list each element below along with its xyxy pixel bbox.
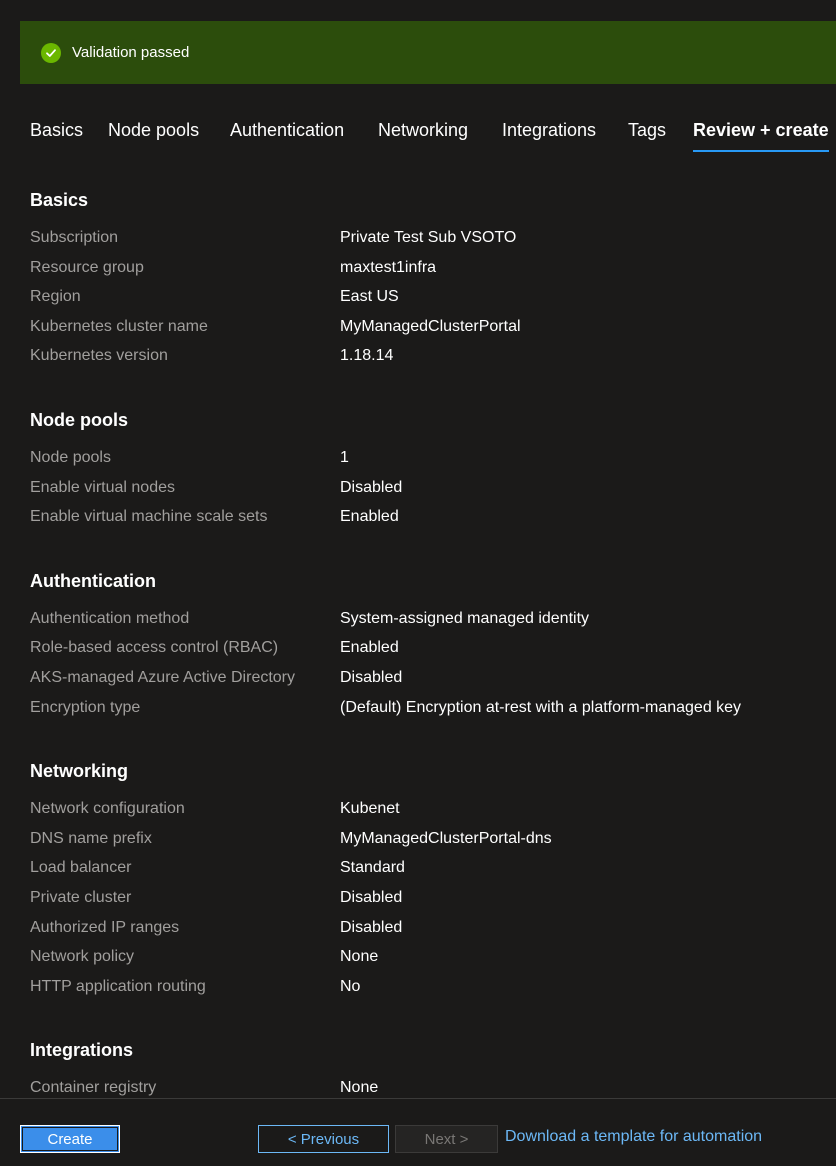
row-value: 1.18.14	[340, 347, 394, 365]
summary-row: Resource group maxtest1infra	[30, 253, 830, 283]
download-template-link[interactable]: Download a template for automation	[505, 1125, 762, 1149]
row-label: Encryption type	[30, 698, 141, 716]
section-networking: Networking Network configuration Kubenet…	[30, 756, 830, 1001]
row-value: System-assigned managed identity	[340, 609, 590, 627]
row-label: HTTP application routing	[30, 977, 206, 995]
create-button[interactable]: Create	[20, 1125, 120, 1153]
summary-row: Enable virtual nodes Disabled	[30, 473, 830, 503]
row-value: Disabled	[340, 668, 403, 686]
tab-networking[interactable]: Networking	[378, 110, 502, 150]
check-circle-icon	[41, 42, 61, 63]
summary-row: Kubernetes version 1.18.14	[30, 341, 830, 371]
row-value: MyManagedClusterPortal-dns	[340, 829, 552, 847]
row-value: Private Test Sub VSOTO	[340, 229, 517, 246]
row-label: Authorized IP ranges	[30, 918, 180, 936]
row-value: Disabled	[340, 478, 403, 496]
tab-tags[interactable]: Tags	[628, 110, 693, 150]
section-node-pools: Node pools Node pools 1 Enable virtual n…	[30, 405, 830, 532]
section-title: Node pools	[30, 409, 128, 430]
row-value: Disabled	[340, 888, 403, 906]
tab-authentication[interactable]: Authentication	[230, 110, 378, 150]
row-label: Resource group	[30, 258, 144, 276]
summary-row: Encryption type (Default) Encryption at-…	[30, 693, 830, 723]
row-label: Region	[30, 288, 81, 306]
row-label: Enable virtual nodes	[30, 478, 175, 496]
summary-row: Network configuration Kubenet	[30, 794, 830, 824]
row-value: Disabled	[340, 918, 403, 936]
section-title: Integrations	[30, 1040, 134, 1061]
next-button[interactable]: Next >	[395, 1125, 498, 1153]
row-label: DNS name prefix	[30, 829, 152, 847]
row-value: (Default) Encryption at-rest with a plat…	[340, 698, 742, 716]
summary-row: Authorized IP ranges Disabled	[30, 913, 830, 943]
tab-node-pools[interactable]: Node pools	[108, 110, 230, 150]
row-label: Load balancer	[30, 859, 132, 877]
row-value: No	[340, 977, 361, 995]
summary-row: AKS-managed Azure Active Directory Disab…	[30, 663, 830, 693]
summary-row: Role-based access control (RBAC) Enabled	[30, 633, 830, 663]
row-value: 1	[340, 448, 349, 466]
row-label: Network configuration	[30, 800, 185, 818]
row-label: Kubernetes version	[30, 347, 168, 365]
section-title: Basics	[30, 190, 89, 210]
section-title: Authentication	[30, 570, 156, 591]
row-label: Network policy	[30, 948, 135, 966]
row-value: Standard	[340, 859, 405, 877]
section-integrations: Integrations Container registry None	[30, 1035, 830, 1103]
row-label: Kubernetes cluster name	[30, 317, 208, 335]
section-basics: Basics Subscription Private Test Sub VSO…	[30, 185, 830, 371]
row-value: Enabled	[340, 508, 399, 526]
summary-row: Private cluster Disabled	[30, 883, 830, 913]
row-label: AKS-managed Azure Active Directory	[30, 668, 296, 686]
validation-message: Validation passed	[72, 44, 190, 61]
tab-review-create[interactable]: Review + create	[693, 110, 829, 152]
row-value: Kubenet	[340, 800, 400, 818]
summary-row: Node pools 1	[30, 443, 830, 473]
section-title: Networking	[30, 761, 129, 782]
previous-button[interactable]: < Previous	[258, 1125, 389, 1153]
row-value: maxtest1infra	[340, 258, 437, 276]
tab-integrations[interactable]: Integrations	[502, 110, 628, 150]
summary-row: Authentication method System-assigned ma…	[30, 604, 830, 634]
section-authentication: Authentication Authentication method Sys…	[30, 566, 830, 722]
row-label: Subscription	[30, 229, 119, 246]
summary-row: Kubernetes cluster name MyManagedCluster…	[30, 312, 830, 342]
row-value: None	[340, 948, 379, 966]
summary-row: HTTP application routing No	[30, 972, 830, 1002]
summary-row: Network policy None	[30, 942, 830, 972]
row-value: MyManagedClusterPortal	[340, 317, 521, 335]
validation-banner: Validation passed	[20, 21, 836, 84]
summary-row: Enable virtual machine scale sets Enable…	[30, 502, 830, 532]
summary-row: DNS name prefix MyManagedClusterPortal-d…	[30, 824, 830, 854]
row-label: Authentication method	[30, 609, 190, 627]
row-value: Enabled	[340, 639, 399, 657]
summary-row: Load balancer Standard	[30, 853, 830, 883]
row-label: Enable virtual machine scale sets	[30, 508, 268, 526]
row-label: Node pools	[30, 448, 111, 466]
row-value: East US	[340, 288, 399, 306]
summary-row: Region East US	[30, 282, 830, 312]
row-label: Role-based access control (RBAC)	[30, 639, 279, 657]
wizard-tabs: Basics Node pools Authentication Network…	[30, 110, 829, 152]
review-summary: Basics Subscription Private Test Sub VSO…	[30, 185, 830, 1137]
wizard-footer: Create < Previous Next > Download a temp…	[0, 1098, 836, 1166]
tab-basics[interactable]: Basics	[30, 110, 108, 150]
row-label: Private cluster	[30, 888, 132, 906]
summary-row: Subscription Private Test Sub VSOTO	[30, 223, 830, 253]
